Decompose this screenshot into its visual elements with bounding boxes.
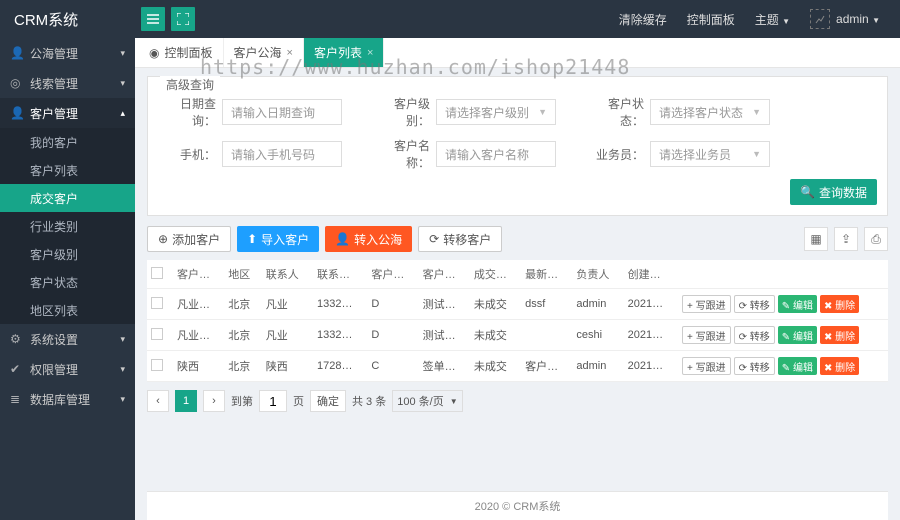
row-transfer-button[interactable]: ⟳ 转移 [734,357,775,375]
level-select[interactable]: 请选择客户级别▼ [436,99,556,125]
edit-button[interactable]: ✎ 编辑 [778,357,817,375]
prev-page-button[interactable]: ‹ [147,390,169,412]
row-checkbox[interactable] [151,359,163,371]
sidebar-item-leads[interactable]: ◎线索管理▾ [0,68,135,98]
sidebar-sub-closed-customers[interactable]: 成交客户 [0,184,135,212]
chevron-down-icon: ▼ [538,107,547,117]
to-pool-button[interactable]: 👤转入公海 [325,226,412,252]
export-button[interactable]: ⇪ [834,227,858,251]
delete-button[interactable]: ✖ 删除 [820,326,859,344]
level-label: 客户级别： [372,95,430,129]
date-input[interactable]: 请输入日期查询 [222,99,342,125]
brand: CRM系统 [0,9,135,30]
sidebar-item-pool[interactable]: 👤公海管理▾ [0,38,135,68]
upload-icon: ⬆ [247,232,257,246]
table-row: 凡业…北京凡业1332…D测试…未成交dssfadmin2021…+ 写跟进⟳ … [147,289,888,320]
tab-control-panel[interactable]: ◉控制面板 [139,38,224,67]
sidebar-item-database[interactable]: ≣数据库管理▾ [0,384,135,414]
phone-label: 手机： [158,146,216,163]
sidebar-sub-my-customers[interactable]: 我的客户 [0,128,135,156]
table-row: 陕西北京陕西1728…C签单…未成交客户…admin2021…+ 写跟进⟳ 转移… [147,351,888,382]
home-icon: ◉ [149,46,159,60]
date-label: 日期查询： [158,95,216,129]
chevron-down-icon: ▼ [752,149,761,159]
sidebar-sub-level[interactable]: 客户级别 [0,240,135,268]
edit-button[interactable]: ✎ 编辑 [778,295,817,313]
print-button[interactable]: ⎙ [864,227,888,251]
sidebar-item-customers[interactable]: 👤客户管理▴ [0,98,135,128]
tab-customer-list[interactable]: 客户列表× [304,38,384,67]
row-transfer-button[interactable]: ⟳ 转移 [734,326,775,344]
search-icon: 🔍 [800,185,815,199]
write-followup-button[interactable]: + 写跟进 [682,326,731,344]
sidebar-sub-industry[interactable]: 行业类别 [0,212,135,240]
plus-icon: ⊕ [158,232,168,246]
page-size-select[interactable]: 100 条/页▼ [392,390,462,412]
fullscreen-button[interactable] [171,7,195,31]
menu-toggle-button[interactable] [141,7,165,31]
avatar [810,9,830,29]
sidebar-item-system[interactable]: ⚙系统设置▾ [0,324,135,354]
table-row: 凡业…北京凡业1332…D测试…未成交ceshi2021…+ 写跟进⟳ 转移✎ … [147,320,888,351]
write-followup-button[interactable]: + 写跟进 [682,295,731,313]
page-input[interactable] [259,390,287,412]
transfer-button[interactable]: ⟳转移客户 [418,226,502,252]
search-panel: 高级查询 日期查询： 请输入日期查询 客户级别： 请选择客户级别▼ 客户状态： … [147,76,888,216]
theme-link[interactable]: 主题 ▼ [755,11,790,28]
pager: ‹ 1 › 到第 页 确定 共 3 条 100 条/页▼ [147,390,888,412]
header: CRM系统 清除缓存 控制面板 主题 ▼ admin ▼ [0,0,900,38]
search-title: 高级查询 [160,76,220,93]
clear-cache-link[interactable]: 清除缓存 [619,11,667,28]
sales-select[interactable]: 请选择业务员▼ [650,141,770,167]
toolbar: ⊕添加客户 ⬆导入客户 👤转入公海 ⟳转移客户 ▦ ⇪ ⎙ [147,226,888,252]
name-label: 客户名称： [372,137,430,171]
edit-button[interactable]: ✎ 编辑 [778,326,817,344]
footer: 2020 © CRM系统 [147,491,888,520]
next-page-button[interactable]: › [203,390,225,412]
refresh-icon: ⟳ [429,232,439,246]
sidebar-sub-customer-list[interactable]: 客户列表 [0,156,135,184]
chevron-down-icon: ▼ [752,107,761,117]
data-table: 客户… 地区 联系人 联系… 客户… 客户… 成交… 最新… 负责人 创建… 凡… [147,260,888,382]
name-input[interactable]: 请输入客户名称 [436,141,556,167]
table-header-row: 客户… 地区 联系人 联系… 客户… 客户… 成交… 最新… 负责人 创建… [147,260,888,289]
row-checkbox[interactable] [151,328,163,340]
tab-pool[interactable]: 客户公海× [224,38,304,67]
delete-button[interactable]: ✖ 删除 [820,295,859,313]
tabs: ◉控制面板 客户公海× 客户列表× [135,38,900,68]
close-icon[interactable]: × [367,47,373,59]
close-icon[interactable]: × [287,47,293,59]
columns-button[interactable]: ▦ [804,227,828,251]
delete-button[interactable]: ✖ 删除 [820,357,859,375]
row-transfer-button[interactable]: ⟳ 转移 [734,295,775,313]
sidebar-item-permission[interactable]: ✔权限管理▾ [0,354,135,384]
page-1-button[interactable]: 1 [175,390,197,412]
sidebar: 👤公海管理▾ ◎线索管理▾ 👤客户管理▴ 我的客户 客户列表 成交客户 行业类别… [0,38,135,520]
user-icon: 👤 [335,232,350,246]
select-all-checkbox[interactable] [151,267,163,279]
import-button[interactable]: ⬆导入客户 [237,226,319,252]
phone-input[interactable]: 请输入手机号码 [222,141,342,167]
add-customer-button[interactable]: ⊕添加客户 [147,226,231,252]
sidebar-sub-status[interactable]: 客户状态 [0,268,135,296]
sidebar-sub-region[interactable]: 地区列表 [0,296,135,324]
write-followup-button[interactable]: + 写跟进 [682,357,731,375]
row-checkbox[interactable] [151,297,163,309]
sales-label: 业务员： [586,146,644,163]
user-menu[interactable]: admin ▼ [836,12,880,26]
page-go-button[interactable]: 确定 [310,390,346,412]
search-button[interactable]: 🔍查询数据 [790,179,877,205]
status-select[interactable]: 请选择客户状态▼ [650,99,770,125]
status-label: 客户状态： [586,95,644,129]
control-panel-link[interactable]: 控制面板 [687,11,735,28]
